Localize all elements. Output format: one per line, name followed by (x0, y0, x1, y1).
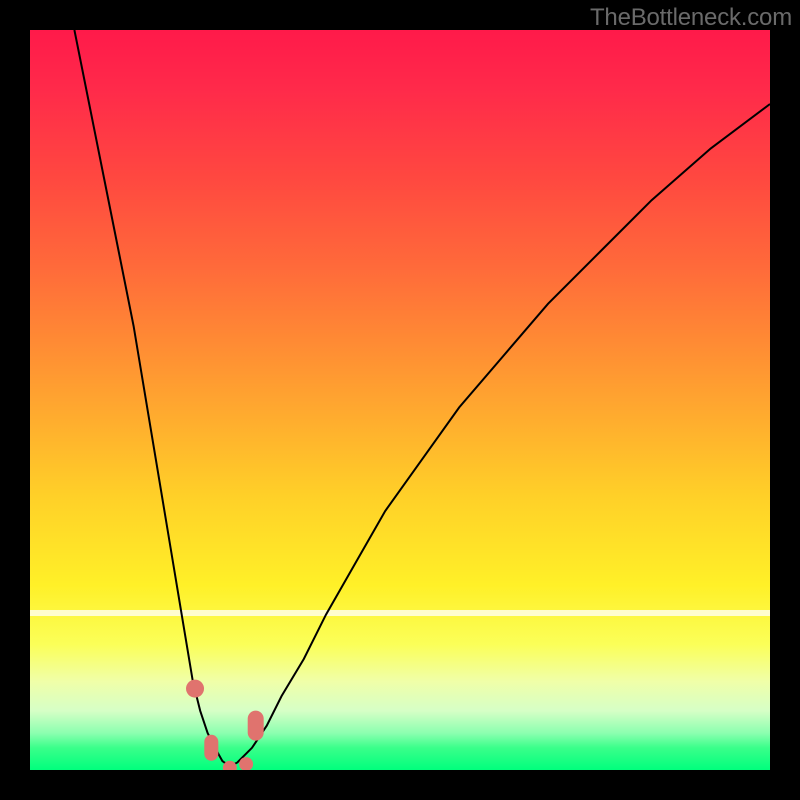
right-pill (248, 711, 264, 741)
curve-svg (30, 30, 770, 770)
watermark-text: TheBottleneck.com (590, 4, 792, 32)
curve-right-branch (230, 104, 770, 766)
left-dot (186, 680, 204, 698)
scatter-markers (186, 680, 264, 770)
curve-left-branch (74, 30, 229, 766)
plot-area (30, 30, 770, 770)
left-pill (204, 735, 218, 761)
